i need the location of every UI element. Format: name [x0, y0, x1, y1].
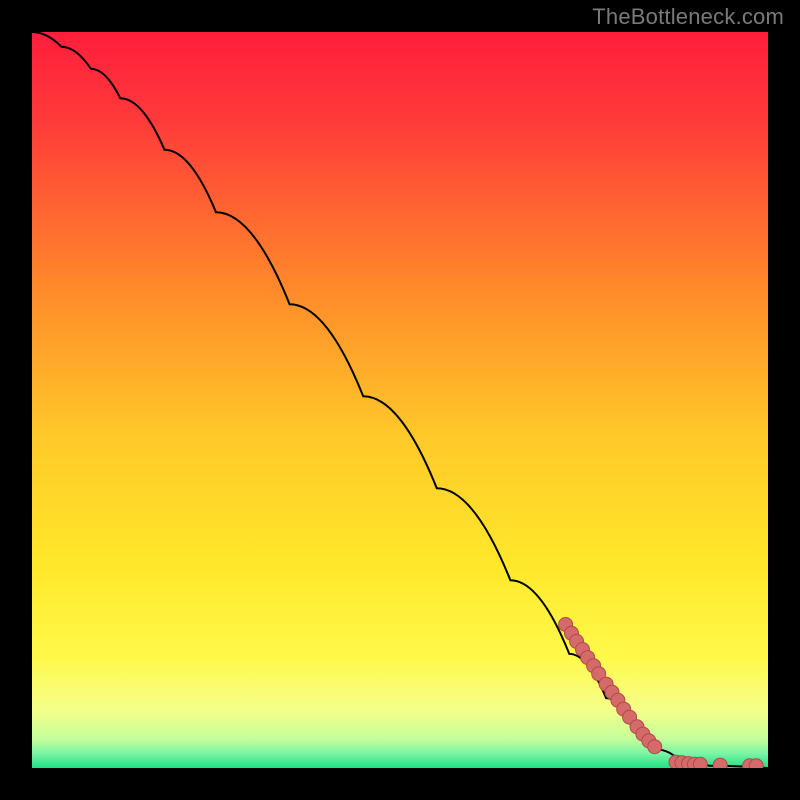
data-point [648, 740, 662, 754]
chart-container: TheBottleneck.com [0, 0, 800, 800]
gradient-background [32, 32, 768, 768]
data-point [749, 759, 763, 768]
attribution-label: TheBottleneck.com [592, 4, 784, 30]
data-point [713, 758, 727, 768]
data-point [693, 757, 707, 768]
plot-area [32, 32, 768, 768]
